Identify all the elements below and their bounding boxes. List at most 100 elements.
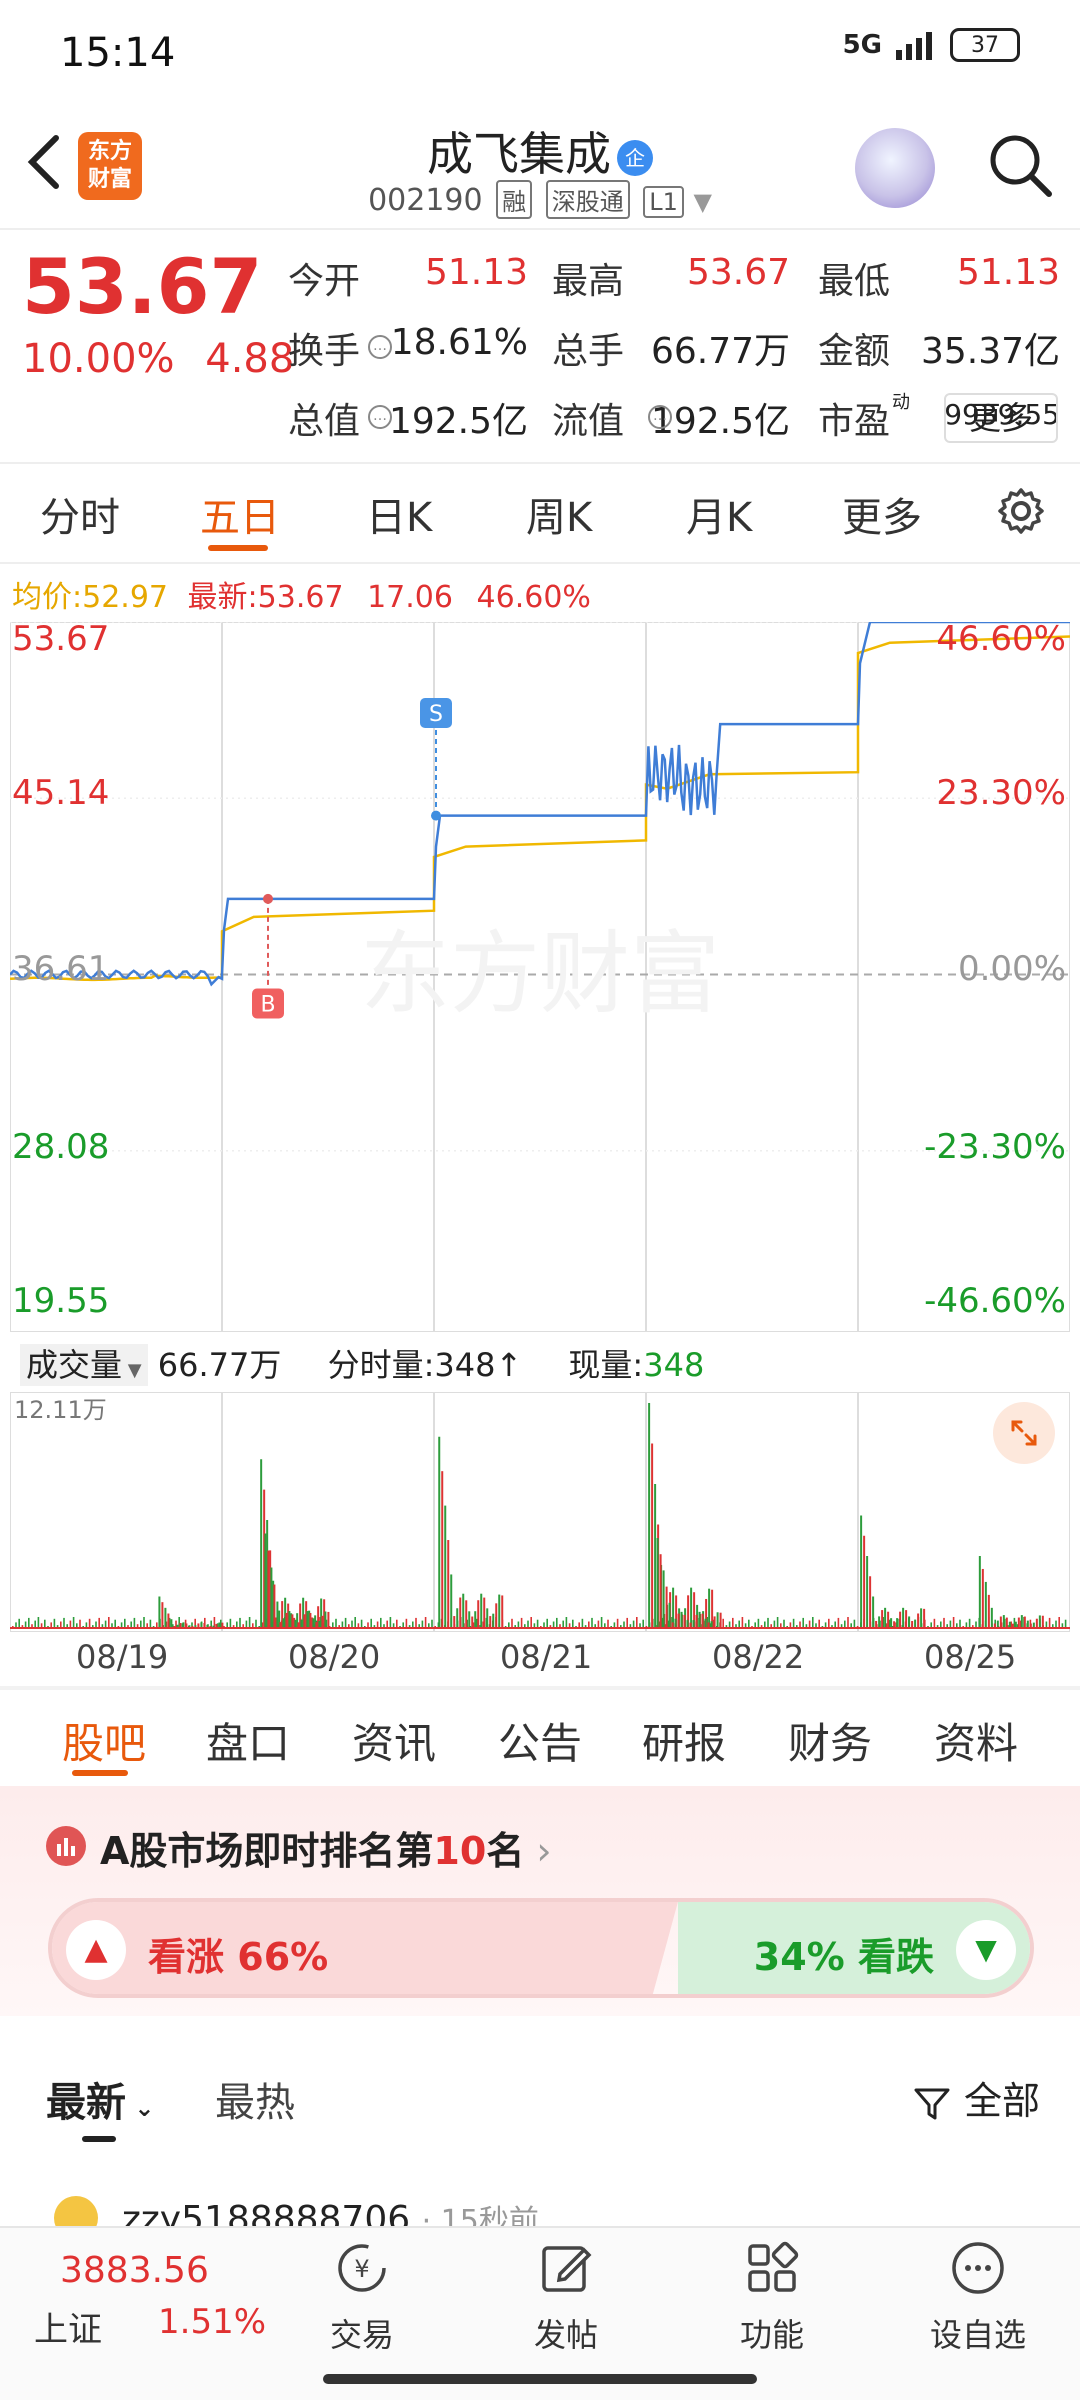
volume-bar xyxy=(114,1619,116,1628)
period-tab-0[interactable]: 分时 xyxy=(40,485,120,543)
volume-bar xyxy=(229,1618,232,1628)
nav-trade[interactable]: ¥ 交易 xyxy=(292,2236,432,2356)
volume-bar xyxy=(914,1619,917,1628)
y-tick-left: 53.67 xyxy=(12,622,109,659)
index-percent[interactable]: 1.51% xyxy=(158,2302,266,2342)
volume-bar xyxy=(642,1619,644,1628)
filter-button[interactable]: 全部 xyxy=(912,2070,1040,2125)
volume-chart[interactable]: 12.11万 xyxy=(10,1392,1070,1632)
battery-icon: 37 xyxy=(950,28,1020,62)
volume-bar xyxy=(878,1616,881,1628)
volume-spike xyxy=(273,1584,276,1628)
y-tick-left: 36.61 xyxy=(12,949,109,989)
volume-bar xyxy=(18,1618,20,1628)
volume-bar xyxy=(738,1620,740,1628)
tag-level: L1 xyxy=(643,186,684,218)
period-tab-2[interactable]: 日K xyxy=(366,485,432,543)
content-tab-6[interactable]: 资料 xyxy=(934,1710,1018,1771)
volume-bar xyxy=(88,1618,91,1628)
volume-spike xyxy=(450,1574,453,1628)
volume-bar xyxy=(370,1618,372,1628)
volume-bar xyxy=(282,1618,285,1628)
robot-assistant-icon[interactable] xyxy=(855,128,935,208)
svg-text:¥: ¥ xyxy=(354,2255,369,2283)
more-quote-button[interactable]: 更多 xyxy=(944,393,1058,443)
volume-bar xyxy=(248,1617,251,1628)
period-tab-4[interactable]: 月K xyxy=(686,485,752,543)
volume-bar xyxy=(300,1619,303,1628)
period-tab-1[interactable]: 五日 xyxy=(200,485,280,543)
feed-tab-hot[interactable]: 最热 xyxy=(215,2070,295,2128)
volume-bar xyxy=(616,1618,619,1628)
volume-bar xyxy=(917,1613,920,1628)
volume-bar xyxy=(701,1613,704,1628)
status-icons: 5G 37 xyxy=(843,28,1020,62)
index-value[interactable]: 3883.56 xyxy=(60,2250,209,2291)
volume-bar xyxy=(498,1594,501,1628)
period-tab-5[interactable]: 更多 xyxy=(842,485,922,543)
volume-bar xyxy=(255,1619,257,1628)
volume-bar xyxy=(893,1621,896,1628)
volume-info: 成交量 ▼ 66.77万 分时量:348↑ 现量:348 xyxy=(20,1340,704,1386)
volume-bar xyxy=(1020,1615,1023,1628)
volume-bar xyxy=(828,1618,830,1628)
volume-bar xyxy=(802,1617,804,1628)
watermark: 东方财富 xyxy=(360,922,720,1027)
search-button[interactable] xyxy=(985,130,1055,200)
volume-spike xyxy=(276,1601,279,1628)
volume-spike xyxy=(444,1505,447,1628)
content-tab-5[interactable]: 财务 xyxy=(788,1710,872,1771)
nav-post[interactable]: 发帖 xyxy=(496,2236,636,2356)
volume-bar xyxy=(1058,1617,1060,1628)
volume-selector[interactable]: 成交量 ▼ xyxy=(20,1344,148,1386)
info-icon[interactable]: … xyxy=(368,335,392,359)
y-tick-right: -46.60% xyxy=(924,1281,1066,1321)
volume-spike xyxy=(869,1576,872,1628)
volume-bar xyxy=(324,1611,327,1628)
home-indicator[interactable] xyxy=(323,2374,757,2384)
volume-bar xyxy=(591,1617,593,1628)
volume-bar xyxy=(396,1619,398,1628)
network-label: 5G xyxy=(842,30,882,60)
info-icon[interactable]: … xyxy=(368,405,392,429)
volume-bar xyxy=(748,1619,750,1628)
volume-bar xyxy=(1048,1617,1051,1628)
volume-frame xyxy=(10,1392,1070,1632)
current-volume-value: 348 xyxy=(643,1346,705,1384)
tag-margin: 融 xyxy=(496,180,533,219)
arrow-up-icon: ↑ xyxy=(495,1346,523,1384)
volume-bar xyxy=(459,1597,462,1628)
fullscreen-button[interactable] xyxy=(993,1402,1055,1464)
nav-add-watchlist[interactable]: 设自选 xyxy=(908,2236,1048,2356)
volume-spike xyxy=(668,1602,671,1628)
bull-section[interactable] xyxy=(52,1902,678,1994)
volume-bar xyxy=(344,1617,347,1628)
volume-bar xyxy=(471,1616,474,1628)
content-tab-2[interactable]: 资讯 xyxy=(352,1710,436,1771)
volume-bar xyxy=(562,1620,564,1628)
volume-bar xyxy=(732,1617,734,1628)
price-chart[interactable]: 东方财富 B S 53.67 45.14 36.61 28.08 19.55 46.60% 23.… xyxy=(10,622,1070,1332)
content-tab-4[interactable]: 研报 xyxy=(642,1710,726,1771)
content-tab-0[interactable]: 股吧 xyxy=(62,1710,146,1771)
volume-bar xyxy=(321,1615,324,1628)
content-tab-1[interactable]: 盘口 xyxy=(206,1710,290,1771)
info-icon[interactable]: … xyxy=(648,405,672,429)
period-tab-3[interactable]: 周K xyxy=(526,485,592,543)
volume-bar xyxy=(1005,1617,1008,1628)
feed-tab-latest[interactable]: 最新 ⌄ xyxy=(46,2070,154,2128)
volume-bar xyxy=(34,1620,36,1628)
volume-bar xyxy=(690,1587,693,1628)
volume-spike xyxy=(438,1436,441,1628)
nav-functions[interactable]: 功能 xyxy=(702,2236,842,2356)
bear-arrow-icon[interactable]: ▼ xyxy=(956,1920,1016,1980)
volume-bar xyxy=(968,1618,971,1628)
volume-bar xyxy=(386,1620,388,1628)
bull-arrow-icon[interactable]: ▲ xyxy=(66,1920,126,1980)
y-tick-right: -23.30% xyxy=(924,1127,1066,1167)
ranking-text[interactable]: A股市场即时排名第10名 › xyxy=(100,1820,552,1875)
content-tab-3[interactable]: 公告 xyxy=(498,1710,582,1771)
settings-button[interactable] xyxy=(996,486,1046,540)
quote-label: 最低 xyxy=(818,261,891,302)
index-name[interactable]: 上证 xyxy=(34,2302,102,2351)
